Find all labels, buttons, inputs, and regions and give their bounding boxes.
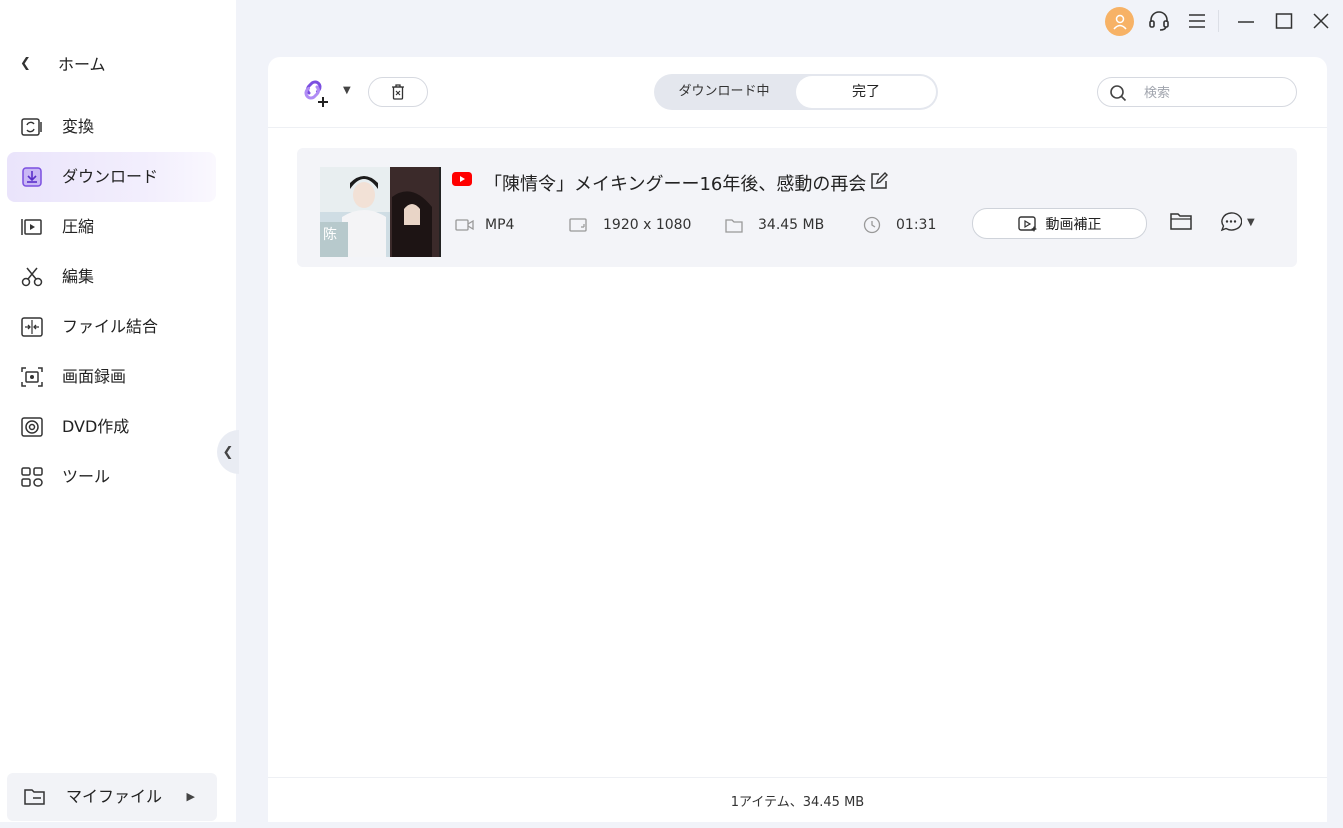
screen-record-icon: [20, 366, 44, 388]
tab-downloading[interactable]: ダウンロード中: [654, 74, 794, 110]
tools-icon: [20, 466, 44, 488]
compress-icon: [20, 216, 44, 238]
search-input[interactable]: [1142, 81, 1286, 105]
link-add-icon: [304, 80, 328, 107]
clock-icon: [863, 216, 881, 234]
chevron-down-icon: ▼: [1247, 216, 1255, 228]
open-folder-icon[interactable]: [1170, 212, 1192, 234]
sidebar-item-dvd[interactable]: DVD作成: [0, 402, 236, 452]
sidebar-item-label: ツール: [62, 467, 111, 486]
sidebar-item-merge[interactable]: ファイル結合: [0, 302, 236, 352]
sidebar-item-label: ダウンロード: [62, 167, 159, 186]
resolution-icon: [569, 218, 587, 232]
video-thumbnail[interactable]: 陈: [320, 167, 440, 257]
sidebar-nav: 変換 ダウンロード 圧縮 編集 ファイル結合 画面録画 DVD作成 ツール: [0, 102, 236, 502]
user-avatar[interactable]: [1105, 7, 1134, 36]
more-options-button[interactable]: ▼: [1220, 212, 1255, 232]
duration-info: 01:31: [863, 215, 936, 235]
chevron-right-icon: ▶: [186, 790, 195, 803]
home-link[interactable]: ❮ ホーム: [20, 50, 106, 76]
sidebar-item-label: DVD作成: [62, 417, 130, 436]
sidebar: ❮ ホーム 変換 ダウンロード 圧縮 編集 ファイル結合 画面録画 DVD作成 …: [0, 0, 236, 822]
my-files-label: マイファイル: [66, 787, 163, 806]
toolbar: ▼ ダウンロード中 完了: [268, 57, 1327, 128]
video-camera-icon: [455, 218, 475, 232]
sidebar-item-label: 変換: [62, 117, 95, 136]
sidebar-item-tools[interactable]: ツール: [0, 452, 236, 502]
convert-icon: [20, 116, 44, 138]
delete-button[interactable]: [368, 77, 428, 107]
add-link-button[interactable]: [301, 77, 333, 109]
search-box: [1097, 77, 1297, 107]
size-value: 34.45 MB: [758, 217, 825, 233]
scissors-icon: [20, 266, 44, 288]
sidebar-item-label: 画面録画: [62, 367, 127, 386]
main-panel: ▼ ダウンロード中 完了 検索 陈 「陳情令」メイキングーー16年後、感動の再会…: [268, 57, 1327, 822]
footer-summary: 1アイテム、34.45 MB: [730, 795, 865, 810]
edit-title-icon[interactable]: [869, 171, 889, 195]
duration-value: 01:31: [896, 217, 937, 233]
sidebar-item-label: 圧縮: [62, 217, 95, 236]
menu-icon[interactable]: [1188, 12, 1206, 30]
download-icon: [20, 166, 44, 188]
status-tabs: ダウンロード中 完了: [654, 74, 938, 110]
close-icon[interactable]: [1312, 12, 1330, 30]
format-info: MP4: [455, 215, 514, 235]
format-value: MP4: [485, 217, 515, 233]
video-enhance-icon: [1017, 215, 1038, 232]
sidebar-item-download[interactable]: ダウンロード: [7, 152, 216, 202]
video-enhance-button[interactable]: 動画補正: [972, 208, 1147, 239]
home-label: ホーム: [58, 55, 106, 74]
resolution-info: 1920 x 1080: [569, 215, 691, 235]
my-files-button[interactable]: マイファイル ▶: [7, 773, 217, 821]
sidebar-item-convert[interactable]: 変換: [0, 102, 236, 152]
minimize-icon[interactable]: [1237, 12, 1255, 30]
sidebar-item-compress[interactable]: 圧縮: [0, 202, 236, 252]
chevron-left-icon: ❮: [20, 55, 31, 71]
size-info: 34.45 MB: [725, 215, 824, 235]
file-size-folder-icon: [725, 218, 743, 233]
dvd-icon: [20, 416, 44, 438]
sidebar-item-screen-record[interactable]: 画面録画: [0, 352, 236, 402]
status-footer: 1アイテム、34.45 MB: [268, 777, 1327, 822]
add-dropdown-caret-icon[interactable]: ▼: [343, 85, 351, 96]
youtube-icon: [452, 171, 472, 190]
chevron-left-icon: ❮: [222, 444, 234, 460]
support-headset-icon[interactable]: [1147, 9, 1171, 33]
video-enhance-label: 動画補正: [1045, 216, 1102, 233]
download-item[interactable]: 陈 「陳情令」メイキングーー16年後、感動の再会 MP4 1920 x 1080: [297, 148, 1297, 267]
more-chat-icon: [1220, 212, 1242, 232]
sidebar-item-label: 編集: [62, 267, 95, 286]
search-icon: [1109, 84, 1127, 106]
folder-icon: [24, 788, 46, 810]
thumbnail-watermark: 陈: [323, 226, 337, 243]
sidebar-item-edit[interactable]: 編集: [0, 252, 236, 302]
titlebar-divider: [1218, 10, 1219, 32]
trash-icon: [392, 84, 404, 100]
sidebar-item-label: ファイル結合: [62, 317, 159, 336]
merge-icon: [20, 316, 44, 338]
resolution-value: 1920 x 1080: [603, 217, 692, 233]
tab-completed[interactable]: 完了: [796, 76, 936, 108]
maximize-icon[interactable]: [1275, 12, 1293, 30]
thumbnail-divider: [439, 167, 441, 257]
video-title: 「陳情令」メイキングーー16年後、感動の再会: [484, 174, 867, 195]
